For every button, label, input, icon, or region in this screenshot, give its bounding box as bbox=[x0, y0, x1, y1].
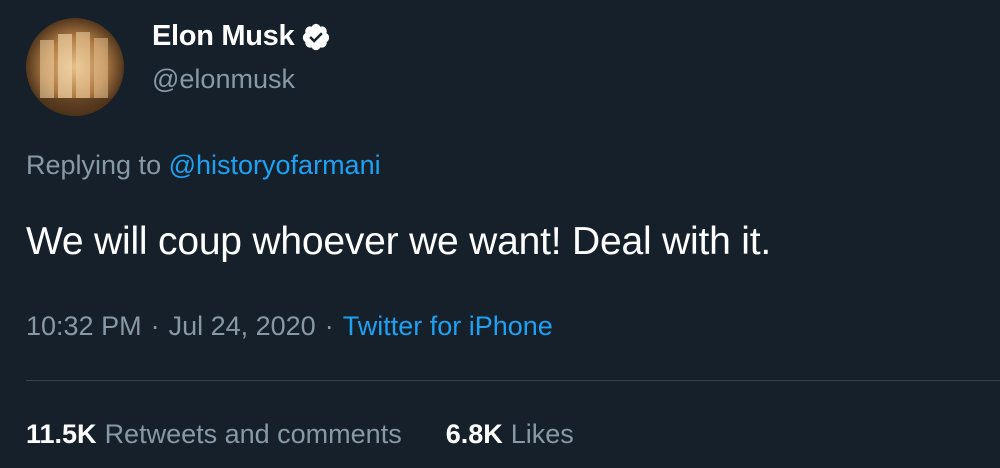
tweet-text: We will coup whoever we want! Deal with … bbox=[26, 220, 771, 263]
tweet-source-link[interactable]: Twitter for iPhone bbox=[343, 311, 553, 341]
tweet-date[interactable]: Jul 24, 2020 bbox=[169, 311, 316, 341]
replying-to-line: Replying to @historyofarmani bbox=[26, 150, 381, 181]
verified-badge-icon bbox=[301, 22, 331, 52]
tweet-meta: 10:32 PM · Jul 24, 2020 · Twitter for iPhone bbox=[26, 311, 553, 342]
tweet-time[interactable]: 10:32 PM bbox=[26, 311, 142, 341]
author-name-row: Elon Musk bbox=[152, 20, 331, 53]
meta-separator: · bbox=[150, 311, 160, 341]
meta-separator: · bbox=[324, 311, 334, 341]
author-display-name[interactable]: Elon Musk bbox=[152, 20, 295, 53]
retweets-stat[interactable]: 11.5K Retweets and comments bbox=[26, 419, 402, 450]
retweets-label: Retweets and comments bbox=[104, 419, 402, 449]
likes-count: 6.8K bbox=[445, 419, 503, 449]
tweet-stats: 11.5K Retweets and comments 6.8K Likes bbox=[26, 419, 618, 450]
retweets-count: 11.5K bbox=[26, 419, 97, 449]
tweet-card: Elon Musk @elonmusk Replying to @history… bbox=[0, 0, 1000, 468]
replying-prefix: Replying to bbox=[26, 150, 162, 180]
replying-to-link[interactable]: @historyofarmani bbox=[169, 150, 381, 180]
likes-stat[interactable]: 6.8K Likes bbox=[446, 419, 574, 450]
divider bbox=[26, 380, 1000, 381]
avatar-image bbox=[26, 18, 124, 116]
avatar[interactable] bbox=[26, 18, 124, 116]
author-handle[interactable]: @elonmusk bbox=[152, 64, 295, 95]
likes-label: Likes bbox=[510, 419, 574, 449]
